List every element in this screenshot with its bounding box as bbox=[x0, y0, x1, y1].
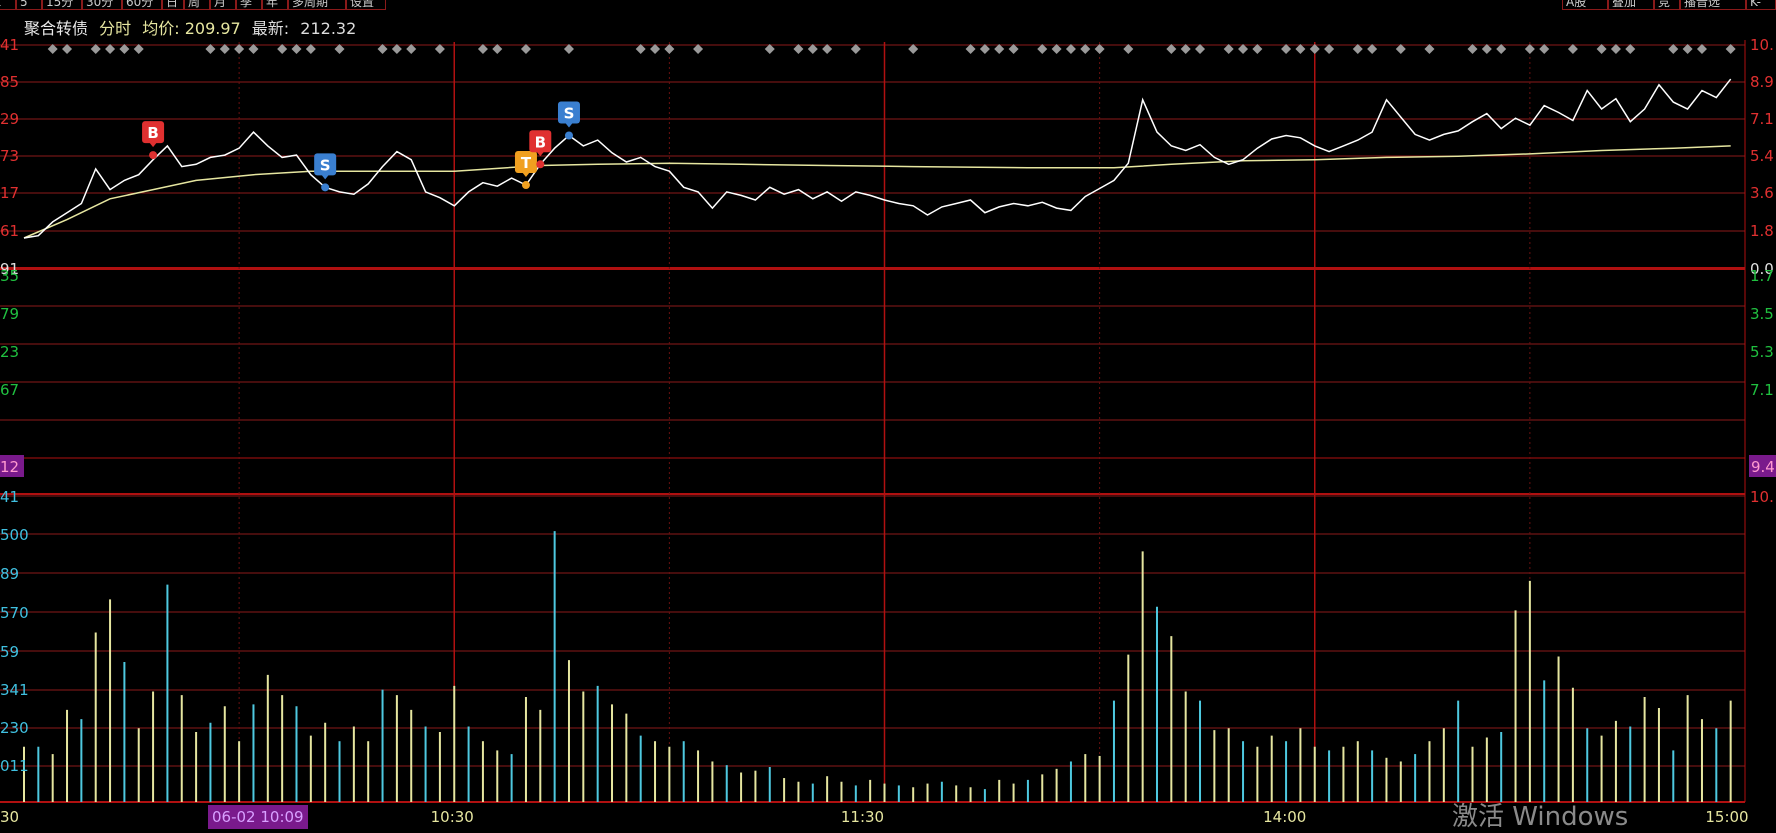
marker-label: B bbox=[147, 124, 158, 142]
marker-pointer bbox=[564, 122, 573, 128]
right-axis-label: 1.7 bbox=[1750, 267, 1774, 285]
right-axis-label: 7.1 bbox=[1750, 110, 1774, 128]
volume-axis-label: 59 bbox=[0, 643, 19, 661]
time-axis-label: 11:30 bbox=[841, 808, 884, 826]
left-axis-label: 17 bbox=[0, 184, 19, 202]
volume-axis-right-label: 10. bbox=[1750, 488, 1774, 506]
left-axis-label: 29 bbox=[0, 110, 19, 128]
price-line bbox=[23, 78, 1732, 239]
marker-dot bbox=[521, 181, 530, 190]
marker-pointer bbox=[149, 142, 158, 148]
volume-axis-label: 41 bbox=[0, 488, 19, 506]
avg-price-line bbox=[23, 145, 1731, 239]
time-axis-label: 15:00 bbox=[1705, 808, 1748, 826]
volume-axis-label: 570 bbox=[0, 604, 29, 622]
marker-dot bbox=[149, 151, 158, 160]
chart-grid bbox=[0, 40, 1746, 803]
left-axis-label: 23 bbox=[0, 343, 19, 361]
marker-label: B bbox=[535, 133, 546, 151]
marker-label: T bbox=[521, 154, 532, 172]
volume-axis-label: 89 bbox=[0, 565, 19, 583]
right-axis-label: 5.3 bbox=[1750, 343, 1774, 361]
right-axis-label: 10. bbox=[1750, 36, 1774, 54]
marker-pointer bbox=[321, 174, 330, 180]
volume-axis-label: 230 bbox=[0, 719, 29, 737]
left-current-price-label: 12 bbox=[0, 458, 19, 476]
trade-markers: BS TBS bbox=[142, 101, 580, 192]
volume-axis-label: 011 bbox=[0, 757, 29, 775]
left-axis-label: 61 bbox=[0, 222, 19, 240]
volume-bars bbox=[23, 531, 1732, 802]
right-axis-label: 7.1 bbox=[1750, 381, 1774, 399]
right-axis-label: 8.9 bbox=[1750, 73, 1774, 91]
right-axis-label: 1.8 bbox=[1750, 222, 1774, 240]
marker-label: S bbox=[320, 156, 331, 174]
marker-label: S bbox=[564, 105, 575, 123]
intraday-chart[interactable]: BS TBS 418529731761913579236710.8.97.15.4… bbox=[0, 0, 1776, 833]
left-axis-label: 41 bbox=[0, 36, 19, 54]
right-axis-label: 3.5 bbox=[1750, 305, 1774, 323]
volume-axis-label: 500 bbox=[0, 526, 29, 544]
right-current-pct-label: 9.4 bbox=[1751, 458, 1775, 476]
windows-activation-watermark: 激活 Windows bbox=[1452, 802, 1629, 832]
left-axis-label: 79 bbox=[0, 305, 19, 323]
time-axis-label: 14:00 bbox=[1263, 808, 1306, 826]
marker-pointer bbox=[521, 172, 530, 178]
cursor-time-label: 06-02 10:09 bbox=[208, 805, 308, 829]
left-axis-label: 85 bbox=[0, 73, 19, 91]
time-axis-label: 10:30 bbox=[431, 808, 474, 826]
volume-axis-label: 341 bbox=[0, 681, 29, 699]
right-axis-label: 5.4 bbox=[1750, 147, 1774, 165]
time-axis-label: 30 bbox=[0, 808, 19, 826]
left-axis-label: 35 bbox=[0, 267, 19, 285]
marker-dot bbox=[564, 131, 573, 140]
right-axis-label: 3.6 bbox=[1750, 184, 1774, 202]
left-axis-label: 67 bbox=[0, 381, 19, 399]
marker-dot bbox=[536, 160, 545, 169]
left-axis-label: 73 bbox=[0, 147, 19, 165]
marker-dot bbox=[321, 183, 330, 192]
